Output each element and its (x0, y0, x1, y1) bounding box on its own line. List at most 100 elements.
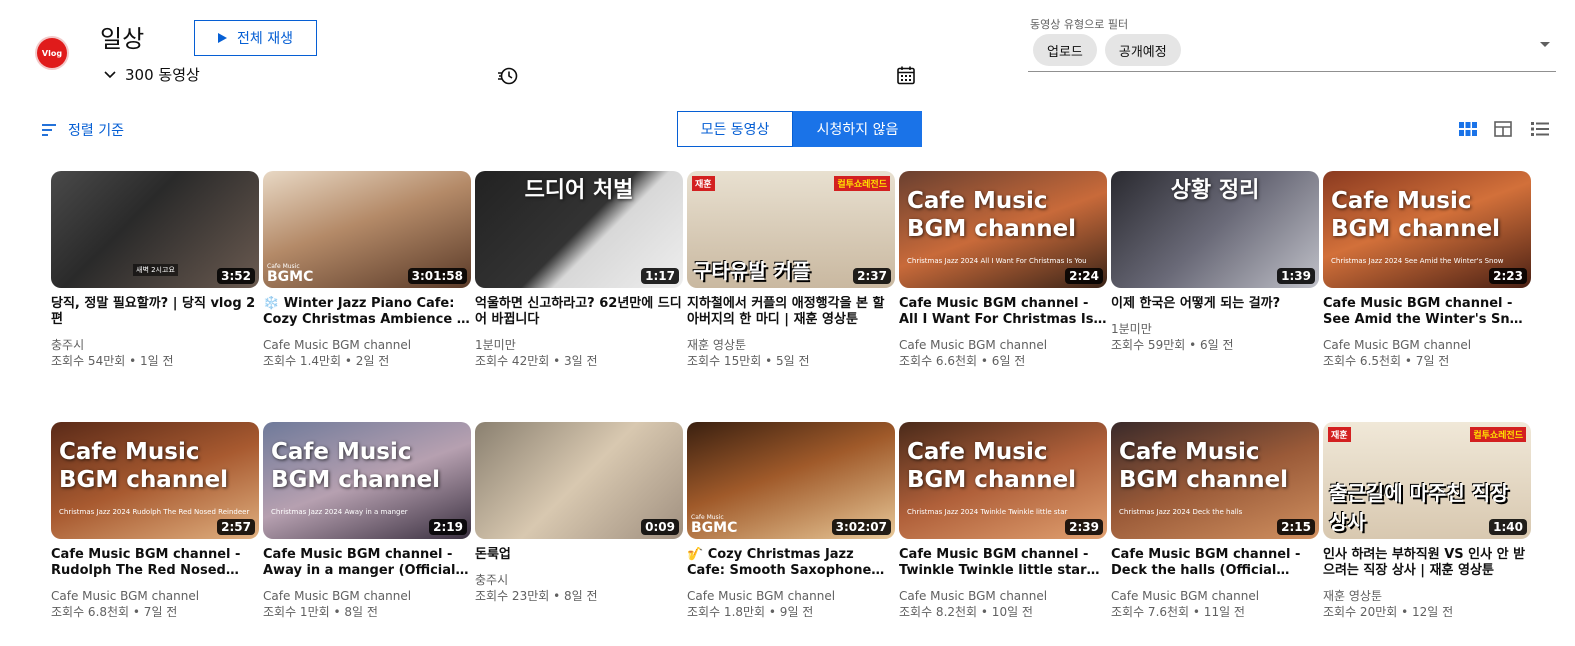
video-card[interactable]: 드디어 처벌 1:17 억울하면 신고하라고? 62년만에 드디어 바뀝니다 1분미만… (475, 171, 683, 370)
page-title: 일상 (100, 25, 145, 53)
video-thumbnail[interactable]: Cafe Music BGM channel Christmas Jazz 202… (1111, 422, 1319, 539)
video-thumbnail[interactable]: Cafe Music BGM channel Christmas Jazz 202… (51, 422, 259, 539)
channel-name[interactable]: Cafe Music BGM channel (1111, 588, 1319, 604)
duration-badge: 2:15 (1277, 519, 1315, 535)
video-count-toggle[interactable]: 300 동영상 (103, 64, 200, 85)
video-card[interactable]: Cafe Music BGMC 3:02:07 🎷 Cozy Christmas Ja… (687, 422, 895, 621)
video-thumbnail[interactable]: 출근길에 마주친 직장 상사 재훈 컬투쇼레전드 1:40 (1323, 422, 1531, 539)
channel-name[interactable]: 재훈 영상툰 (1323, 588, 1531, 604)
video-card[interactable]: Cafe Music BGM channel Christmas Jazz 202… (263, 422, 471, 621)
video-card[interactable]: 새벽 2시고요 3:52 당직, 정말 필요할까? | 당직 vlog 2편충주시 조… (51, 171, 259, 370)
video-meta: 조회수 15만회 • 5일 전 (687, 354, 810, 368)
thumbnail-caption: Cafe Music BGM channel (1331, 188, 1501, 242)
video-card[interactable]: 구타유발 커플 재훈 컬투쇼레전드 2:37 지하철에서 커플의 애정행각을 본 할아버… (687, 171, 895, 370)
video-title[interactable]: Cafe Music BGM channel - Away in a mange… (263, 547, 471, 579)
thumbnail-logo: Cafe Music BGMC (267, 263, 313, 284)
video-meta: 조회수 1만회 • 8일 전 (263, 605, 378, 619)
video-thumbnail[interactable]: 구타유발 커플 재훈 컬투쇼레전드 2:37 (687, 171, 895, 288)
video-title[interactable]: 억울하면 신고하라고? 62년만에 드디어 바뀝니다 (475, 296, 683, 328)
sort-label: 정렬 기준 (68, 123, 124, 139)
filter-label: 동영상 유형으로 필터 (1030, 18, 1129, 31)
channel-name[interactable]: Cafe Music BGM channel (1323, 337, 1531, 353)
video-title[interactable]: 인사 하려는 부하직원 VS 인사 안 받으려는 직장 상사 | 재훈 영상툰 (1323, 547, 1531, 579)
video-title[interactable]: Cafe Music BGM channel - Deck the halls … (1111, 547, 1319, 579)
channel-name[interactable]: Cafe Music BGM channel (51, 588, 259, 604)
video-title[interactable]: Cafe Music BGM channel - All I Want For … (899, 296, 1107, 328)
video-title[interactable]: 지하철에서 커플의 애정행각을 본 할아버지의 한 마디 | 재훈 영상툰 (687, 296, 895, 328)
channel-name[interactable]: Cafe Music BGM channel (899, 337, 1107, 353)
channel-name[interactable]: 충주시 (475, 572, 683, 588)
thumbnail-caption: 상황 정리 (1170, 178, 1260, 203)
video-card[interactable]: 상황 정리 1:39 이제 한국은 어떻게 되는 걸까? 1분미만 조회수 59만회 •… (1111, 171, 1319, 354)
video-title[interactable]: 돈룩업 (475, 547, 683, 563)
duration-badge: 2:24 (1065, 268, 1103, 284)
channel-name[interactable]: Cafe Music BGM channel (687, 588, 895, 604)
filter-underline (1028, 71, 1556, 72)
video-meta: 조회수 54만회 • 1일 전 (51, 354, 174, 368)
chip-scheduled[interactable]: 공개예정 (1104, 34, 1181, 66)
calendar-icon[interactable] (894, 63, 918, 87)
thumbnail-caption: Cafe Music BGM channel (271, 439, 441, 493)
video-card[interactable]: Cafe Music BGMC 3:01:58 ❄️ Winter Jazz Pian… (263, 171, 471, 370)
video-card[interactable]: Cafe Music BGM channel Christmas Jazz 202… (51, 422, 259, 621)
play-all-button[interactable]: 전체 재생 (194, 20, 317, 56)
channel-avatar[interactable]: Vlog (37, 38, 67, 68)
video-thumbnail[interactable]: Cafe Music BGM channel Christmas Jazz 202… (1323, 171, 1531, 288)
thumbnail-subtitle: Christmas Jazz 2024 Rudolph The Red Nose… (59, 508, 250, 516)
chevron-down-icon (104, 70, 116, 78)
video-title[interactable]: ❄️ Winter Jazz Piano Cafe: Cozy Christma… (263, 296, 471, 328)
thumbnail-logo: Cafe Music BGMC (691, 514, 737, 535)
channel-name[interactable]: 1분미만 (475, 337, 683, 353)
toggle-unwatched[interactable]: 시청하지 않음 (793, 111, 922, 147)
video-thumbnail[interactable]: Cafe Music BGMC 3:01:58 (263, 171, 471, 288)
toggle-all-videos[interactable]: 모든 동영상 (677, 111, 793, 147)
thumbnail-caption: Cafe Music BGM channel (1119, 439, 1289, 493)
video-card[interactable]: Cafe Music BGM channel Christmas Jazz 202… (899, 422, 1107, 621)
video-thumbnail[interactable]: 새벽 2시고요 3:52 (51, 171, 259, 288)
video-thumbnail[interactable]: 드디어 처벌 1:17 (475, 171, 683, 288)
video-thumbnail[interactable]: Cafe Music BGMC 3:02:07 (687, 422, 895, 539)
video-meta: 조회수 59만회 • 6일 전 (1111, 338, 1234, 352)
thumbnail-logo-text: BGMC (267, 269, 314, 285)
video-title[interactable]: Cafe Music BGM channel - Twinkle Twinkle… (899, 547, 1107, 579)
grid-view-icon[interactable] (1458, 120, 1478, 138)
video-meta: 조회수 6.5천회 • 7일 전 (1323, 354, 1450, 368)
video-meta: 조회수 7.6천회 • 11일 전 (1111, 605, 1245, 619)
compact-grid-icon[interactable] (1493, 120, 1513, 138)
channel-name[interactable]: 1분미만 (1111, 321, 1319, 337)
duration-badge: 1:39 (1277, 268, 1315, 284)
sort-button[interactable]: 정렬 기준 (42, 120, 124, 140)
video-meta: 조회수 23만회 • 8일 전 (475, 589, 598, 603)
channel-name[interactable]: Cafe Music BGM channel (899, 588, 1107, 604)
video-title[interactable]: 🎷 Cozy Christmas Jazz Cafe: Smooth Saxop… (687, 547, 895, 579)
video-card[interactable]: Cafe Music BGM channel Christmas Jazz 202… (899, 171, 1107, 370)
video-title[interactable]: Cafe Music BGM channel - Rudolph The Red… (51, 547, 259, 579)
filter-chips: 업로드 공개예정 (1033, 34, 1181, 66)
watch-filter-toggle: 모든 동영상 시청하지 않음 (677, 111, 922, 147)
channel-name[interactable]: 재훈 영상툰 (687, 337, 895, 353)
video-thumbnail[interactable]: Cafe Music BGM channel Christmas Jazz 202… (899, 171, 1107, 288)
duration-badge: 2:19 (429, 519, 467, 535)
thumbnail-caption: Cafe Music BGM channel (907, 439, 1077, 493)
video-card[interactable]: Cafe Music BGM channel Christmas Jazz 202… (1323, 171, 1531, 370)
video-title[interactable]: Cafe Music BGM channel - See Amid the Wi… (1323, 296, 1531, 328)
history-icon[interactable] (496, 64, 520, 88)
list-view-icon[interactable] (1530, 120, 1550, 138)
chip-uploads[interactable]: 업로드 (1033, 34, 1097, 66)
channel-name[interactable]: 충주시 (51, 337, 259, 353)
video-meta: 조회수 1.8만회 • 9일 전 (687, 605, 814, 619)
video-title[interactable]: 이제 한국은 어떻게 되는 걸까? (1111, 296, 1319, 312)
video-thumbnail[interactable]: 상황 정리 1:39 (1111, 171, 1319, 288)
dropdown-arrow-icon[interactable] (1540, 42, 1550, 47)
video-card[interactable]: 0:09 돈룩업충주시 조회수 23만회 • 8일 전 (475, 422, 683, 605)
video-card[interactable]: Cafe Music BGM channel Christmas Jazz 202… (1111, 422, 1319, 621)
channel-name[interactable]: Cafe Music BGM channel (263, 337, 471, 353)
video-thumbnail[interactable]: 0:09 (475, 422, 683, 539)
video-title[interactable]: 당직, 정말 필요할까? | 당직 vlog 2편 (51, 296, 259, 328)
channel-name[interactable]: Cafe Music BGM channel (263, 588, 471, 604)
thumbnail-subtitle: Christmas Jazz 2024 All I Want For Chris… (907, 257, 1087, 265)
video-thumbnail[interactable]: Cafe Music BGM channel Christmas Jazz 202… (263, 422, 471, 539)
video-thumbnail[interactable]: Cafe Music BGM channel Christmas Jazz 202… (899, 422, 1107, 539)
video-card[interactable]: 출근길에 마주친 직장 상사 재훈 컬투쇼레전드 1:40 인사 하려는 부하직원 VS… (1323, 422, 1531, 621)
video-meta: 조회수 20만회 • 12일 전 (1323, 605, 1454, 619)
